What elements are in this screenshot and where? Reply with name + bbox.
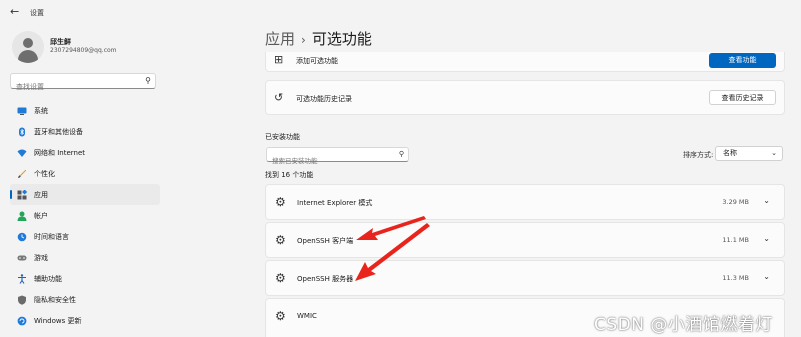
sidebar-item-accessibility[interactable]: 辅助功能 [10,268,160,289]
apps-icon [17,189,27,199]
watermark: CSDN @小酒馆燃着灯 [594,315,773,335]
shield-icon [18,295,26,305]
feature-name: WMIC [297,312,317,320]
breadcrumb-parent[interactable]: 应用 [265,30,295,48]
sidebar-item-apps[interactable]: 应用 [10,184,160,205]
sidebar-item-accounts[interactable]: 帐户 [10,205,160,226]
gear-icon: ⚙ [275,233,286,247]
add-feature-card: ⊞ 添加可选功能 查看功能 [265,52,785,72]
globe-clock-icon [17,232,27,241]
sort-value: 名称 [723,149,737,157]
sidebar-nav: 系统 蓝牙和其他设备 网络和 Internet 个性化 应用 帐户 时间和语言 … [10,100,160,331]
sidebar-item-label: 蓝牙和其他设备 [34,127,83,136]
feature-row[interactable]: ⚙ OpenSSH 服务器 11.3 MB ⌄ [265,260,785,296]
feature-name: Internet Explorer 模式 [297,199,373,207]
monitor-icon [17,107,27,115]
accessibility-icon [18,273,26,284]
sidebar-item-label: 游戏 [34,253,48,262]
feature-name: OpenSSH 服务器 [297,275,354,283]
feature-size: 11.1 MB [722,236,749,244]
chevron-down-icon[interactable]: ⌄ [763,234,770,243]
breadcrumb: 应用 › 可选功能 [265,28,372,49]
user-name: 邱生鲜 [50,38,71,46]
settings-search-input[interactable] [11,80,131,94]
add-feature-label: 添加可选功能 [296,57,338,65]
sidebar-item-label: 辅助功能 [34,274,62,283]
person-icon [17,211,27,221]
sidebar-item-gaming[interactable]: 游戏 [10,247,160,268]
history-icon: ↺ [274,91,284,104]
windows-update-icon [17,316,27,325]
user-email: 2307294809@qq.com [50,47,117,54]
installed-heading: 已安装功能 [265,133,300,141]
sidebar-item-label: 隐私和安全性 [34,295,76,304]
history-label: 可选功能历史记录 [296,95,352,103]
settings-search[interactable]: ⚲ [10,73,156,94]
gamepad-icon [17,255,27,260]
sidebar-item-label: 系统 [34,106,48,115]
window-title: 设置 [30,9,44,17]
gear-icon: ⚙ [275,271,286,285]
sidebar-item-label: Windows 更新 [34,316,82,325]
sidebar-item-label: 时间和语言 [34,232,69,241]
search-icon[interactable]: ⚲ [145,76,151,85]
sidebar-item-network[interactable]: 网络和 Internet [10,142,160,163]
avatar [12,31,44,63]
sidebar-item-label: 帐户 [34,211,48,220]
sort-label: 排序方式: [683,151,714,159]
user-profile[interactable]: 邱生鲜 2307294809@qq.com [10,30,250,64]
installed-search[interactable]: ⚲ [266,147,409,168]
bluetooth-icon [19,127,25,136]
sort-dropdown[interactable]: 名称 ⌄ [715,146,783,161]
chevron-down-icon[interactable]: ⌄ [763,272,770,281]
chevron-down-icon[interactable]: ⌄ [763,196,770,205]
search-icon[interactable]: ⚲ [399,150,404,158]
page-title: 可选功能 [311,30,372,48]
add-grid-icon: ⊞ [274,53,284,66]
sidebar-item-label: 网络和 Internet [34,148,86,157]
feature-row[interactable]: ⚙ Internet Explorer 模式 3.29 MB ⌄ [265,184,785,220]
feature-size: 3.29 MB [722,198,749,206]
feature-row[interactable]: ⚙ OpenSSH 客户端 11.1 MB ⌄ [265,222,785,258]
view-features-button[interactable]: 查看功能 [709,53,776,68]
gear-icon: ⚙ [275,195,286,209]
view-history-button[interactable]: 查看历史记录 [709,90,776,105]
feature-count: 找到 16 个功能 [265,171,314,179]
sidebar-item-label: 个性化 [34,169,55,178]
sidebar-item-label: 应用 [34,190,48,199]
chevron-down-icon: ⌄ [771,149,777,157]
sidebar-item-time-language[interactable]: 时间和语言 [10,226,160,247]
breadcrumb-separator: › [301,33,306,47]
feature-name: OpenSSH 客户端 [297,237,354,245]
brush-icon [18,169,27,178]
feature-size: 11.3 MB [722,274,749,282]
wifi-icon [17,149,27,157]
gear-icon: ⚙ [275,309,286,323]
sidebar-item-windows-update[interactable]: Windows 更新 [10,310,160,331]
sidebar-item-privacy[interactable]: 隐私和安全性 [10,289,160,310]
sidebar-item-personalization[interactable]: 个性化 [10,163,160,184]
back-arrow-icon[interactable]: ← [10,5,19,18]
main-content: 应用 › 可选功能 ⊞ 添加可选功能 查看功能 ↺ 可选功能历史记录 查看历史记录 … [265,0,785,337]
sidebar-item-bluetooth[interactable]: 蓝牙和其他设备 [10,121,160,142]
installed-search-input[interactable] [267,154,387,168]
sidebar-item-system[interactable]: 系统 [10,100,160,121]
history-card: ↺ 可选功能历史记录 查看历史记录 [265,80,785,115]
